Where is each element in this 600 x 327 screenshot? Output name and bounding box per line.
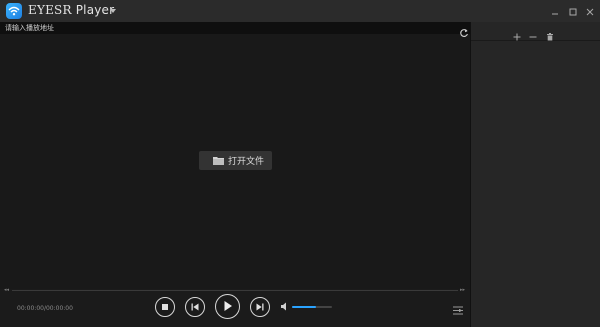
maximize-icon — [569, 8, 577, 16]
app-name: Player — [75, 3, 115, 17]
app-brand: EYESR — [28, 3, 72, 17]
play-button[interactable] — [215, 294, 240, 319]
open-file-label: 打开文件 — [228, 157, 265, 167]
plus-icon — [513, 33, 521, 41]
app-title: EYESR Player — [28, 3, 114, 17]
playlist-panel — [471, 22, 600, 327]
playlist-settings-icon[interactable] — [453, 306, 463, 315]
play-icon — [224, 301, 232, 311]
chevron-down-icon[interactable] — [110, 9, 116, 13]
skip-previous-icon — [191, 303, 198, 310]
progress-track — [12, 290, 458, 291]
volume-level — [292, 306, 316, 308]
progress-bar[interactable]: ◂◂ ▸▸ — [0, 287, 470, 293]
close-icon — [586, 8, 594, 16]
minimize-icon — [552, 13, 558, 15]
maximize-button[interactable] — [566, 4, 580, 18]
next-button[interactable] — [250, 297, 270, 317]
volume-icon[interactable] — [281, 302, 290, 311]
close-button[interactable] — [583, 4, 597, 18]
url-input[interactable] — [5, 23, 445, 33]
trash-icon — [547, 33, 553, 41]
open-file-button[interactable]: 打开文件 — [199, 151, 272, 170]
seek-back-marker[interactable]: ◂◂ — [4, 287, 9, 293]
add-button[interactable] — [512, 27, 522, 41]
previous-button[interactable] — [185, 297, 205, 317]
stop-icon — [161, 303, 168, 310]
title-bar: EYESR Player — [0, 0, 600, 22]
control-bar: ◂◂ ▸▸ 00:00:00/00:00:00 — [0, 287, 470, 327]
playlist-toolbar — [471, 22, 600, 41]
minimize-button[interactable] — [548, 4, 562, 18]
video-area[interactable]: 打开文件 — [0, 22, 470, 289]
remove-button[interactable] — [528, 27, 538, 38]
delete-button[interactable] — [545, 27, 555, 41]
url-bar — [0, 22, 470, 37]
wifi-logo-icon — [6, 3, 22, 19]
time-display: 00:00:00/00:00:00 — [17, 305, 73, 312]
stop-button[interactable] — [155, 297, 175, 317]
refresh-icon — [460, 29, 468, 37]
folder-icon — [213, 157, 224, 165]
refresh-button[interactable] — [459, 23, 469, 37]
minus-icon — [529, 36, 537, 38]
skip-next-icon — [256, 303, 263, 310]
seek-forward-marker[interactable]: ▸▸ — [460, 287, 465, 293]
